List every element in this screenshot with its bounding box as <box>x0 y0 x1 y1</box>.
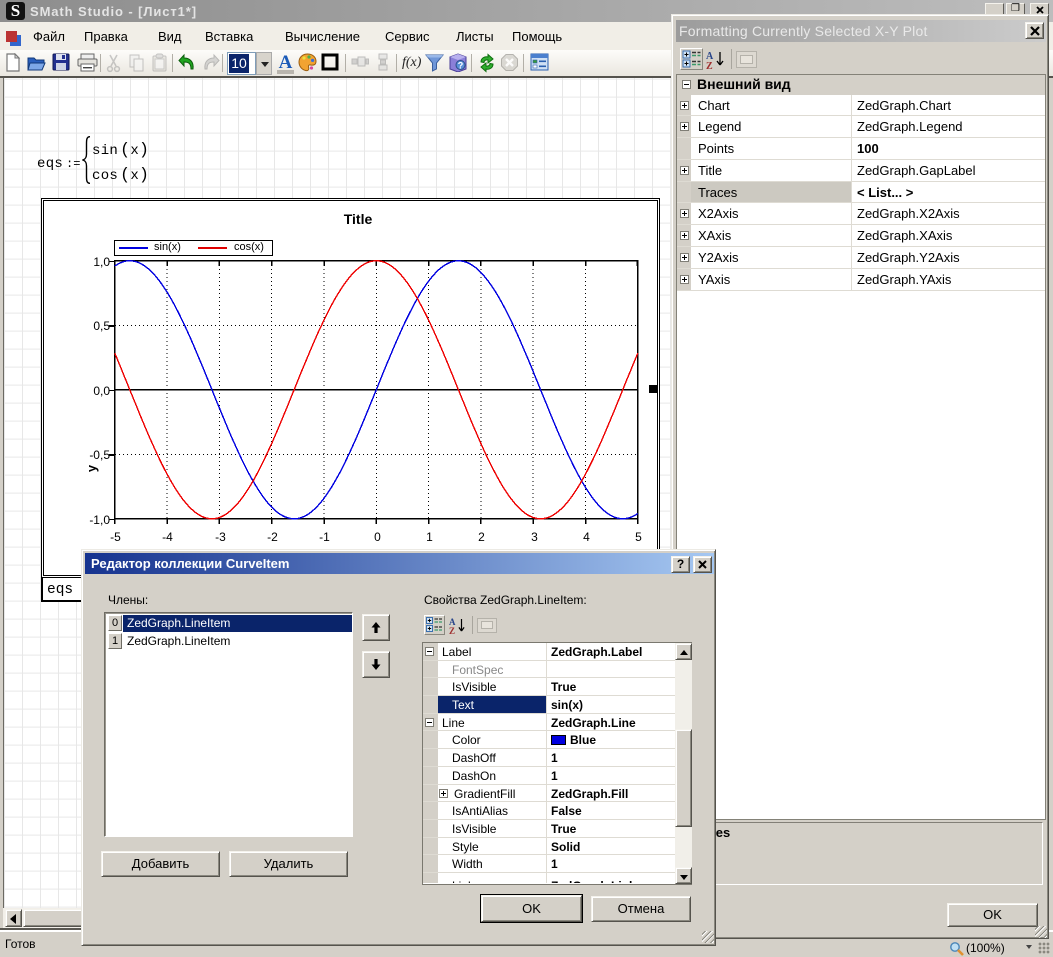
svg-text:Z: Z <box>449 626 455 635</box>
svg-text:?: ? <box>458 61 464 71</box>
svg-text:Z: Z <box>706 61 713 70</box>
